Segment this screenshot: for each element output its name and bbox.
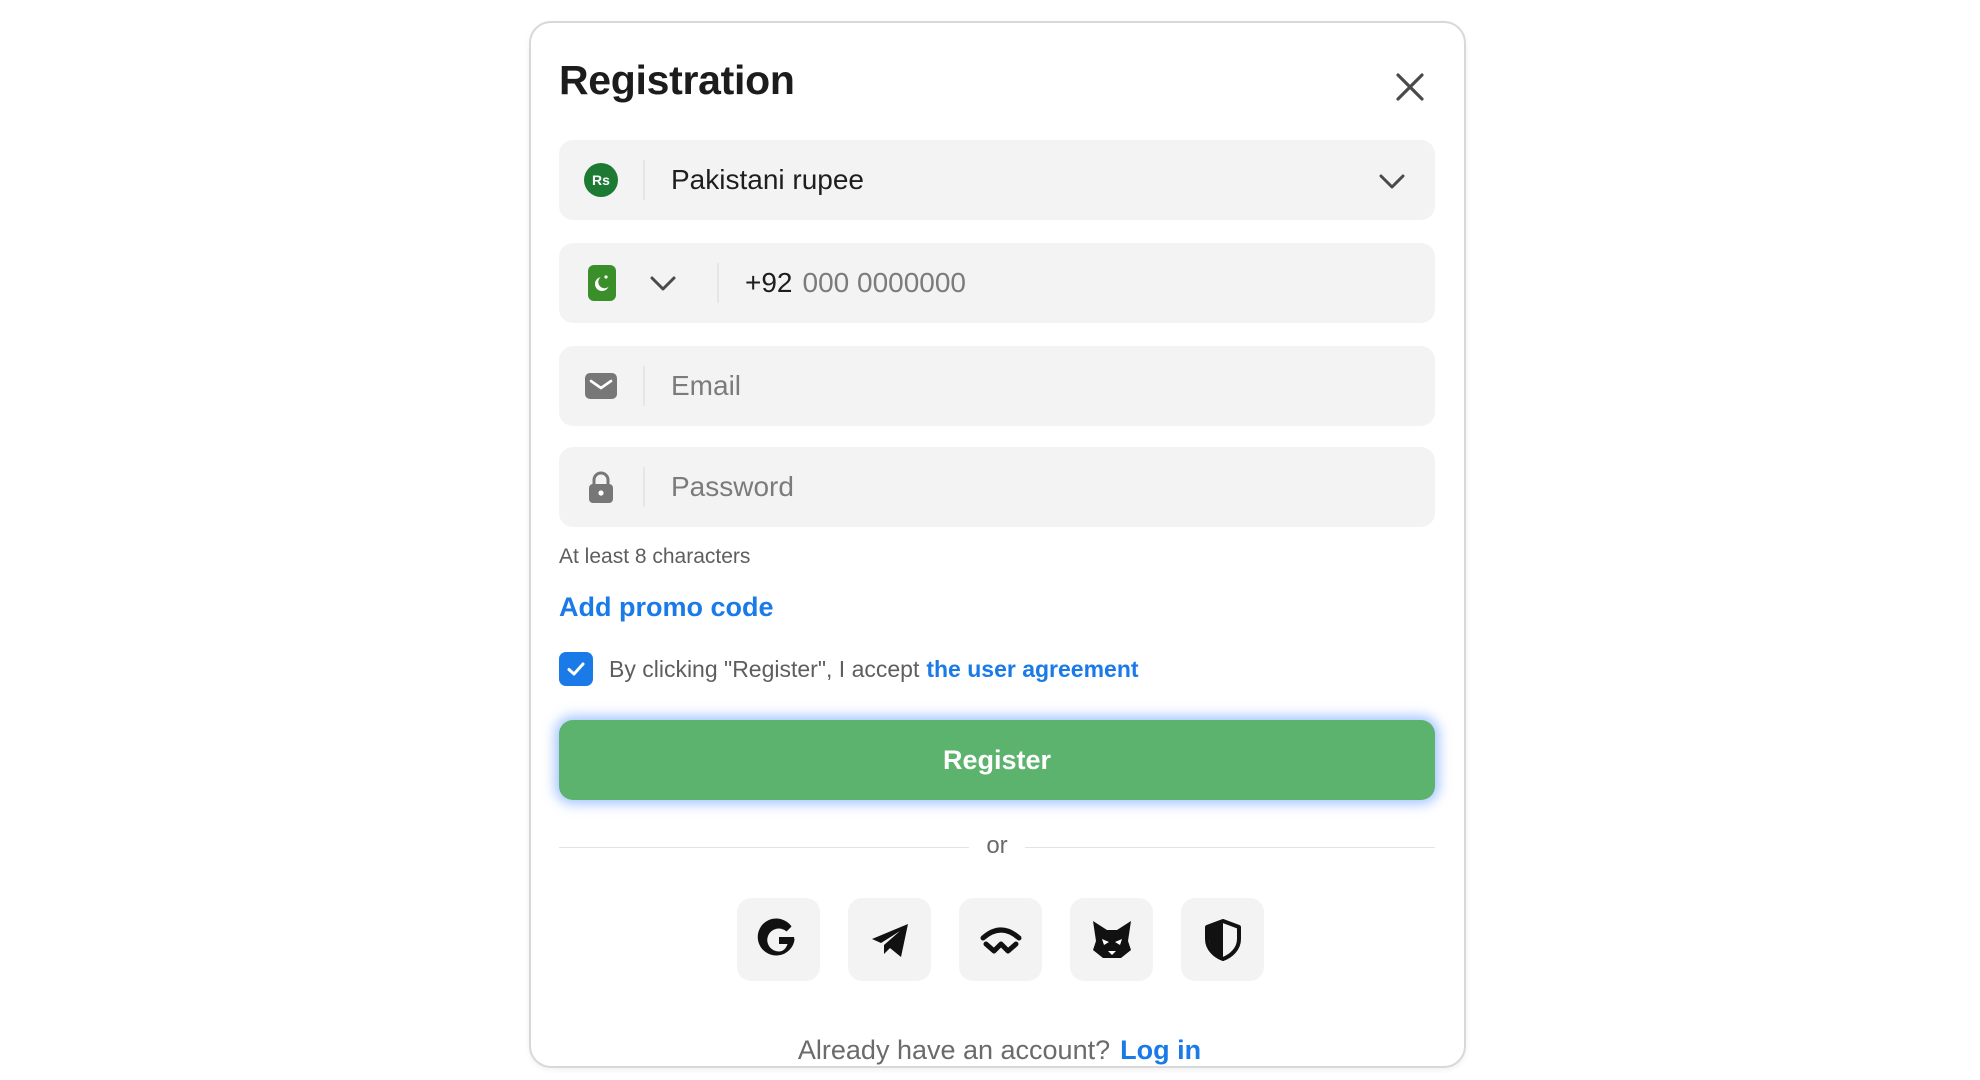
agreement-row: By clicking "Register", I accept the use… (559, 652, 1139, 686)
user-agreement-link[interactable]: the user agreement (926, 656, 1138, 683)
or-divider: or (559, 832, 1435, 862)
pakistan-flag-icon (588, 265, 616, 301)
rupee-badge-icon: Rs (584, 163, 618, 197)
currency-badge-text: Rs (592, 172, 610, 188)
phone-input[interactable] (792, 267, 1353, 299)
email-field (559, 346, 1435, 426)
telegram-login-button[interactable] (848, 898, 931, 981)
agreement-text: By clicking "Register", I accept (609, 655, 920, 682)
email-icon-wrap (559, 366, 645, 406)
metamask-login-button[interactable] (1070, 898, 1153, 981)
or-label: or (986, 832, 1008, 859)
register-button[interactable]: Register (559, 720, 1435, 800)
password-field (559, 447, 1435, 527)
password-hint: At least 8 characters (559, 545, 751, 568)
currency-select[interactable]: Rs Pakistani rupee (559, 140, 1435, 220)
add-promo-code-link[interactable]: Add promo code (559, 592, 774, 623)
shield-login-button[interactable] (1181, 898, 1264, 981)
walletconnect-login-button[interactable] (959, 898, 1042, 981)
currency-icon-wrap: Rs (559, 160, 645, 200)
google-icon (757, 917, 794, 955)
metamask-fox-icon (1092, 920, 1131, 958)
telegram-icon (871, 923, 908, 957)
checkmark-icon (567, 662, 585, 676)
country-code-select[interactable] (559, 263, 719, 303)
chevron-down-icon (1379, 174, 1405, 189)
login-link[interactable]: Log in (1120, 1035, 1201, 1065)
google-login-button[interactable] (737, 898, 820, 981)
email-input[interactable] (645, 370, 1405, 402)
login-question: Already have an account? (797, 1035, 1111, 1065)
modal-title: Registration (559, 57, 795, 103)
phone-field: +92 (559, 243, 1435, 323)
close-button[interactable] (1386, 63, 1434, 111)
shield-icon (1204, 918, 1241, 961)
agreement-checkbox[interactable] (559, 652, 593, 686)
walletconnect-icon (980, 927, 1021, 953)
social-login-row (737, 898, 1264, 981)
registration-modal: Registration Rs Pakistani rupee +92 000 … (529, 21, 1466, 1068)
password-input[interactable] (645, 471, 1405, 503)
chevron-down-icon (650, 276, 676, 291)
login-prompt: Already have an account? Log in (531, 1035, 1468, 1066)
currency-label: Pakistani rupee (671, 164, 865, 195)
close-icon (1396, 73, 1424, 101)
envelope-icon (585, 373, 617, 399)
password-icon-wrap (559, 467, 645, 507)
lock-icon (589, 471, 613, 503)
phone-code: +92 (745, 267, 793, 298)
